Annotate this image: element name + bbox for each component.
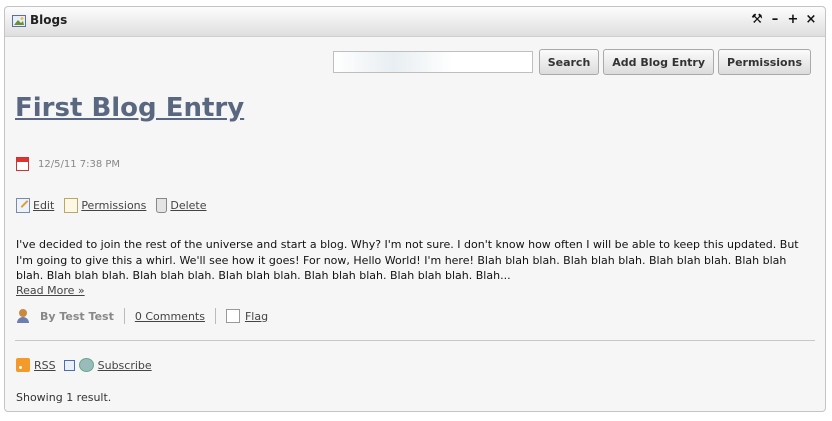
add-blog-entry-button[interactable]: Add Blog Entry xyxy=(603,49,715,75)
comments-link[interactable]: 0 Comments xyxy=(135,310,205,323)
feed-row: RSS Subscribe xyxy=(16,358,152,372)
permissions-button[interactable]: Permissions xyxy=(718,49,811,75)
edit-link[interactable]: Edit xyxy=(33,199,54,212)
blogs-portlet: Blogs ⚒ – + × Search Add Blog Entry Perm… xyxy=(4,6,826,412)
entry-date: 12/5/11 7:38 PM xyxy=(38,158,121,170)
rss-link[interactable]: RSS xyxy=(34,359,56,372)
entry-title-link[interactable]: First Blog Entry xyxy=(15,93,244,123)
calendar-icon xyxy=(16,157,29,171)
section-divider xyxy=(15,340,815,341)
external-link-icon[interactable] xyxy=(63,359,75,371)
delete-link[interactable]: Delete xyxy=(170,199,206,212)
flag-link[interactable]: Flag xyxy=(245,310,268,323)
delete-action[interactable]: Delete xyxy=(156,198,207,213)
plus-icon[interactable]: + xyxy=(787,13,799,27)
meta-divider xyxy=(123,308,125,324)
subscribe-link[interactable]: Subscribe xyxy=(98,359,152,372)
flag-icon[interactable] xyxy=(225,309,240,323)
entry-date-row: 12/5/11 7:38 PM xyxy=(16,157,120,171)
subscribe-icon xyxy=(78,358,94,372)
trash-icon xyxy=(156,198,168,213)
portlet-titlebar: Blogs ⚒ – + × xyxy=(5,7,825,37)
meta-divider xyxy=(214,308,216,324)
portlet-title: Blogs xyxy=(30,13,68,27)
wrench-icon[interactable]: ⚒ xyxy=(751,13,763,27)
close-icon[interactable]: × xyxy=(805,13,817,27)
entry-body: I've decided to join the rest of the uni… xyxy=(16,238,799,282)
minus-icon[interactable]: – xyxy=(769,13,781,27)
portlet-image-icon xyxy=(12,15,26,27)
rss-icon[interactable] xyxy=(16,358,30,372)
permissions-icon xyxy=(64,198,79,213)
blog-toolbar: Search Add Blog Entry Permissions xyxy=(332,49,811,75)
entry-permissions-link[interactable]: Permissions xyxy=(81,199,146,212)
read-more-link[interactable]: Read More » xyxy=(16,284,85,297)
portlet-actions: ⚒ – + × xyxy=(751,13,817,27)
entry-meta: By Test Test 0 Comments Flag xyxy=(16,308,268,324)
entry-author: By Test Test xyxy=(40,309,114,323)
edit-icon xyxy=(16,198,30,213)
entry-permissions-action[interactable]: Permissions xyxy=(64,198,146,213)
results-count: Showing 1 result. xyxy=(16,391,112,404)
search-button[interactable]: Search xyxy=(538,49,600,75)
user-icon xyxy=(16,308,32,324)
entry-actions: Edit Permissions Delete xyxy=(16,198,207,213)
search-input[interactable] xyxy=(332,51,533,73)
edit-action[interactable]: Edit xyxy=(16,198,54,213)
